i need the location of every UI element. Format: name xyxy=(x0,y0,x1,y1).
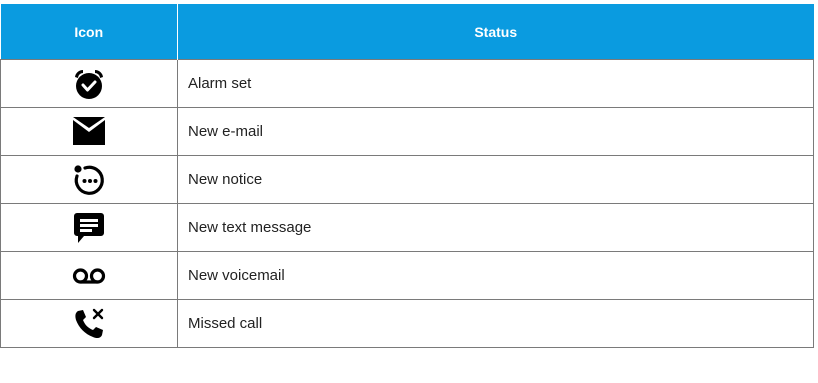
table-row: Missed call xyxy=(0,299,814,348)
icon-cell xyxy=(0,203,178,252)
icon-cell xyxy=(0,59,178,108)
column-header-icon: Icon xyxy=(0,4,178,60)
table-row: New e-mail xyxy=(0,107,814,156)
table-row: New text message xyxy=(0,203,814,252)
status-icon-table: Icon Status Alarm set New e-mail New not… xyxy=(0,4,814,348)
notice-dots-icon xyxy=(74,164,104,195)
status-text: New notice xyxy=(177,155,814,204)
icon-cell xyxy=(0,107,178,156)
status-text: Alarm set xyxy=(177,59,814,108)
icon-cell xyxy=(0,155,178,204)
column-header-status: Status xyxy=(177,4,814,60)
status-text: New e-mail xyxy=(177,107,814,156)
table-row: New notice xyxy=(0,155,814,204)
email-envelope-icon xyxy=(73,116,105,145)
voicemail-icon xyxy=(72,267,106,284)
icon-cell xyxy=(0,299,178,348)
status-text: New text message xyxy=(177,203,814,252)
alarm-clock-icon xyxy=(75,69,103,99)
table-header-row: Icon Status xyxy=(0,4,814,60)
status-text: New voicemail xyxy=(177,251,814,300)
missed-call-icon xyxy=(75,308,104,338)
icon-cell xyxy=(0,251,178,300)
status-text: Missed call xyxy=(177,299,814,348)
table-row: Alarm set xyxy=(0,59,814,108)
table-row: New voicemail xyxy=(0,251,814,300)
text-message-icon xyxy=(74,212,104,243)
